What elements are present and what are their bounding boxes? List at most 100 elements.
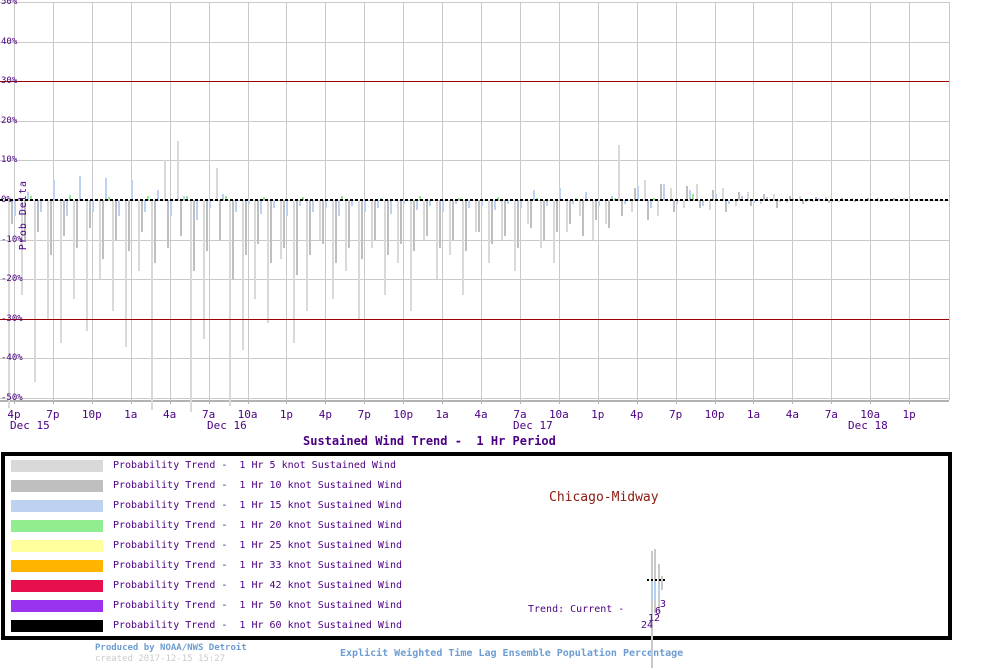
wind-trend-bar: [685, 186, 688, 200]
x-axis-tick-label: 10p: [704, 408, 725, 421]
wind-trend-bar: [526, 200, 529, 224]
wind-trend-bar: [449, 200, 452, 256]
wind-trend-bar: [283, 200, 286, 248]
station-name: Chicago-Midway: [549, 490, 659, 505]
wind-trend-bar: [364, 200, 367, 212]
wind-trend-bar: [117, 200, 120, 216]
x-axis-tick-label: 1p: [279, 408, 294, 421]
vertical-gridline: [52, 2, 54, 400]
legend-swatch: [11, 560, 103, 572]
wind-trend-bar: [465, 200, 468, 252]
wind-trend-bar: [130, 180, 133, 200]
wind-trend-bar: [179, 200, 182, 236]
wind-trend-bar: [426, 200, 429, 236]
wind-trend-bar: [698, 200, 701, 208]
threshold-line-30pct: [0, 81, 949, 83]
legend-label: Probability Trend - 1 Hr 15 knot Sustain…: [113, 500, 402, 511]
wind-trend-bar: [695, 184, 698, 200]
footer-produced-by: Produced by NOAA/NWS Detroit: [95, 643, 247, 653]
wind-trend-bar: [384, 200, 387, 296]
wind-trend-bar: [273, 200, 276, 208]
wind-trend-bar: [114, 200, 117, 240]
horizontal-gridline: [0, 2, 949, 3]
wind-trend-bar: [578, 200, 581, 216]
wind-trend-bar: [312, 200, 315, 212]
wind-trend-bar: [345, 200, 348, 272]
x-axis-tick-label: 10p: [81, 408, 102, 421]
wind-trend-bar: [267, 200, 270, 323]
wind-trend-bar: [410, 200, 413, 311]
chart-title: Sustained Wind Trend - 1 Hr Period: [303, 434, 556, 448]
x-axis-tick-label: 7p: [357, 408, 371, 421]
wind-trend-bar: [478, 200, 481, 232]
legend-item: Probability Trend - 1 Hr 15 knot Sustain…: [11, 499, 611, 513]
wind-trend-bar: [607, 200, 610, 228]
wind-trend-bar: [442, 200, 445, 212]
wind-trend-bar: [643, 180, 646, 200]
wind-trend-bar: [260, 200, 263, 214]
wind-trend-bar: [436, 200, 439, 280]
wind-trend-bar: [46, 200, 49, 319]
wind-trend-bar: [150, 200, 153, 410]
wind-trend-bar: [503, 200, 506, 236]
wind-trend-bar: [332, 200, 335, 299]
wind-trend-bar: [244, 200, 247, 256]
wind-trend-bar: [137, 200, 140, 272]
trend-inset-zero-line: [647, 579, 665, 581]
horizontal-gridline: [0, 160, 949, 162]
x-axis-tick-label: 1p: [902, 408, 916, 421]
wind-trend-bar: [516, 200, 519, 248]
wind-trend-bar: [617, 144, 620, 200]
x-axis-tick-label: 4a: [163, 408, 177, 421]
wind-trend-bar: [662, 184, 665, 200]
wind-trend-bar: [416, 200, 419, 210]
horizontal-gridline: [0, 120, 949, 122]
y-axis-tick-label: 40%: [1, 36, 18, 47]
legend-item: Probability Trend - 1 Hr 25 knot Sustain…: [11, 539, 611, 553]
wind-trend-bar: [270, 200, 273, 264]
legend-item: Probability Trend - 1 Hr 10 knot Sustain…: [11, 479, 611, 493]
wind-trend-bar: [143, 200, 146, 212]
trend-inset-hour-label: 3: [660, 599, 667, 610]
wind-trend-bar: [591, 200, 594, 240]
wind-trend-bar: [488, 200, 490, 264]
x-axis-date-label: Dec 17: [513, 419, 553, 432]
x-axis-tick-label: 1a: [746, 408, 761, 421]
wind-trend-bar: [325, 200, 328, 208]
y-axis-tick-label: 10%: [1, 155, 18, 166]
wind-trend-bar: [565, 200, 568, 232]
plot-area: 50%40%30%20%10%0%-10%-20%-30%-40%-50%4p7…: [0, 0, 1000, 432]
trend-current-label: Trend: Current -: [528, 604, 625, 615]
wind-trend-bar: [513, 200, 516, 272]
footer-created-timestamp: created 2017-12-15 15:27: [95, 654, 226, 664]
wind-trend-bar: [439, 200, 442, 248]
legend-item: Probability Trend - 1 Hr 60 knot Sustain…: [11, 619, 611, 633]
x-axis-date-label: Dec 16: [207, 419, 247, 432]
legend-label: Probability Trend - 1 Hr 42 knot Sustain…: [113, 580, 402, 591]
wind-trend-bar: [98, 200, 101, 280]
wind-trend-bar: [91, 200, 94, 212]
wind-trend-bar: [348, 200, 351, 248]
wind-trend-bar: [636, 186, 639, 200]
y-axis-tick-label: -50%: [1, 393, 23, 403]
vertical-gridline: [792, 2, 794, 400]
wind-trend-bar: [65, 200, 68, 216]
x-axis-tick-label: 10p: [393, 408, 414, 421]
wind-trend-bar: [500, 200, 503, 240]
wind-trend-bar: [630, 200, 633, 212]
wind-trend-bar: [306, 200, 309, 311]
wind-trend-bar: [231, 200, 234, 280]
wind-trend-bar: [127, 200, 130, 252]
wind-trend-bar: [218, 200, 221, 240]
wind-trend-bar: [59, 200, 62, 343]
plot-right-edge: [949, 2, 950, 400]
legend-label: Probability Trend - 1 Hr 25 knot Sustain…: [113, 540, 402, 551]
wind-trend-bar: [189, 200, 192, 412]
x-axis-tick-label: 4p: [630, 408, 644, 421]
wind-trend-bar: [539, 200, 542, 248]
trend-inset-blue-segment: [651, 582, 653, 601]
legend-label: Probability Trend - 1 Hr 5 knot Sustaine…: [113, 460, 396, 471]
x-axis-date-label: Dec 18: [848, 419, 888, 432]
wind-trend-bar: [682, 200, 685, 208]
wind-trend-bar: [604, 200, 607, 224]
